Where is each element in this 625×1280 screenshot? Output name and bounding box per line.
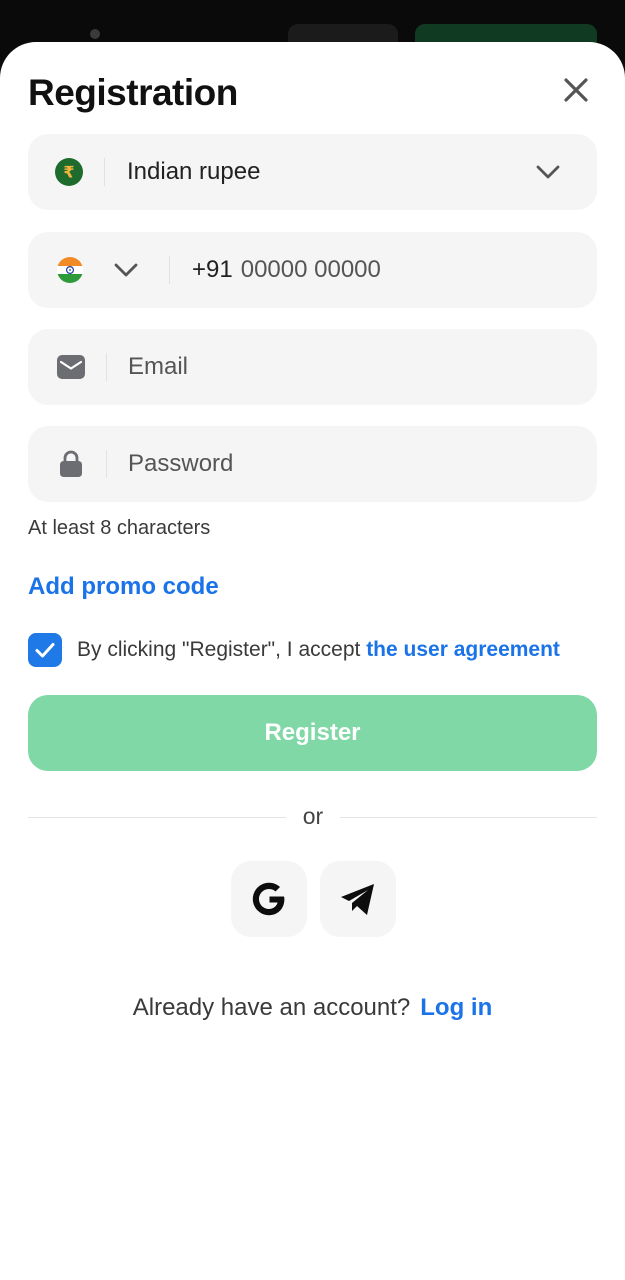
google-login-button[interactable] [231,861,307,937]
page-title: Registration [28,72,238,113]
agreement-row: By clicking "Register", I accept the use… [28,633,560,667]
email-input[interactable]: Email [128,329,188,405]
login-link[interactable]: Log in [420,994,492,1021]
password-field[interactable]: Password [28,426,597,502]
telegram-icon [341,884,374,915]
checkmark-icon [35,643,55,658]
divider-line [340,817,597,818]
registration-sheet: Registration ₹ Indian rupee +91 00000 00… [0,42,625,1280]
password-input[interactable]: Password [128,426,233,502]
close-icon [564,78,588,102]
agreement-checkbox[interactable] [28,633,62,667]
phone-placeholder: 00000 00000 [240,256,381,283]
field-separator [106,353,107,381]
currency-select[interactable]: ₹ Indian rupee [28,134,597,210]
mail-icon [57,329,85,405]
user-agreement-link[interactable]: the user agreement [366,638,560,661]
close-button[interactable] [560,74,592,106]
agreement-text: By clicking "Register", I accept the use… [77,638,560,662]
telegram-login-button[interactable] [320,861,396,937]
login-question: Already have an account? [132,994,411,1021]
field-separator [104,158,105,186]
google-icon [252,882,285,916]
chevron-down-icon [536,165,560,179]
phone-prefix: +91 [192,256,233,283]
divider-line [28,817,286,818]
currency-value: Indian rupee [127,158,261,185]
register-button[interactable]: Register [28,695,597,771]
or-label: or [302,803,324,829]
svg-text:₹: ₹ [63,163,74,182]
india-flag-icon[interactable] [57,232,83,308]
login-prompt: Already have an account? Log in [0,994,625,1022]
email-field[interactable]: Email [28,329,597,405]
agreement-label: By clicking "Register", I accept [77,638,367,661]
password-hint: At least 8 characters [28,517,211,539]
lock-icon [59,426,83,502]
field-separator [169,256,170,284]
rupee-icon: ₹ [54,134,84,210]
phone-input[interactable]: +91 00000 00000 [192,232,381,308]
add-promo-code-link[interactable]: Add promo code [28,573,219,601]
field-separator [106,450,107,478]
background-dot [90,29,100,39]
phone-field[interactable]: +91 00000 00000 [28,232,597,308]
chevron-down-icon[interactable] [113,257,139,283]
